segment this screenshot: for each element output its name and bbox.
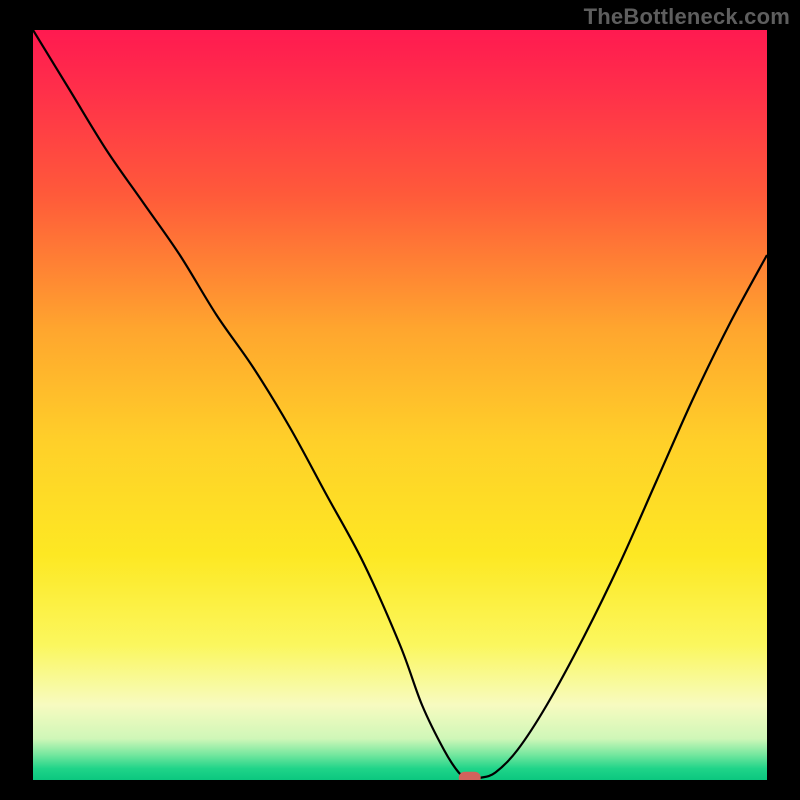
plot-area — [33, 30, 767, 780]
watermark-text: TheBottleneck.com — [584, 4, 790, 30]
optimal-point-marker — [459, 772, 481, 780]
gradient-background — [33, 30, 767, 780]
chart-svg — [33, 30, 767, 780]
chart-container: TheBottleneck.com — [0, 0, 800, 800]
